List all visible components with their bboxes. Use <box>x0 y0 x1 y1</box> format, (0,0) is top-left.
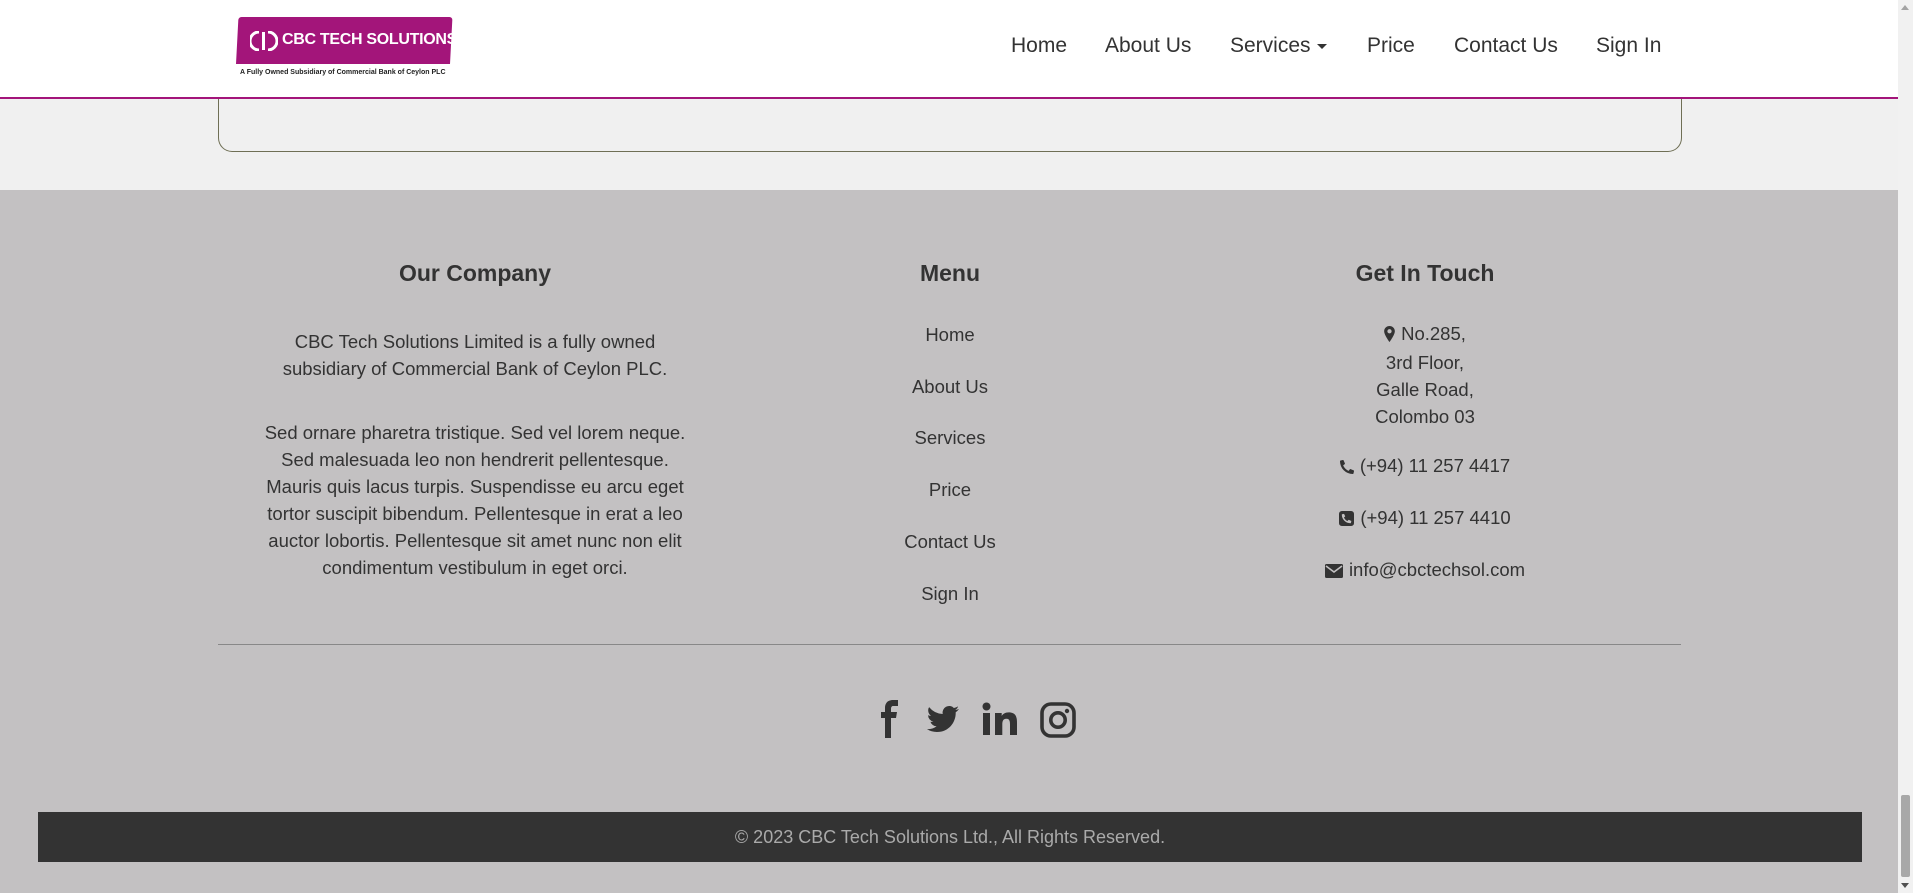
nav-home[interactable]: Home <box>1011 34 1067 58</box>
site-footer: Our Company CBC Tech Solutions Limited i… <box>0 190 1898 893</box>
phone-icon <box>1339 454 1354 481</box>
address-line-3: Galle Road, <box>1376 379 1474 400</box>
footer-link-about-us[interactable]: About Us <box>800 376 1100 398</box>
contact-heading: Get In Touch <box>1355 260 1495 286</box>
linkedin-icon[interactable] <box>980 700 1020 740</box>
nav-services-label: Services <box>1230 34 1311 57</box>
footer-link-price[interactable]: Price <box>800 479 1100 501</box>
fax-icon <box>1339 506 1355 533</box>
nav-price[interactable]: Price <box>1367 34 1415 58</box>
nav-services[interactable]: Services <box>1230 34 1327 58</box>
contact-address: No.285, 3rd Floor, Galle Road, Colombo 0… <box>1200 320 1650 430</box>
footer-link-services[interactable]: Services <box>800 427 1100 449</box>
logo-tagline: A Fully Owned Subsidiary of Commercial B… <box>240 69 446 76</box>
twitter-icon[interactable] <box>922 700 962 740</box>
nav-about-us[interactable]: About Us <box>1105 34 1191 58</box>
scroll-up-arrow-icon[interactable] <box>1901 5 1909 10</box>
contact-phone[interactable]: (+94) 11 257 4417 <box>1200 452 1650 481</box>
social-links <box>870 700 1080 744</box>
address-line-2: 3rd Floor, <box>1385 352 1465 373</box>
footer-divider <box>218 644 1681 645</box>
envelope-icon <box>1324 558 1343 585</box>
nav-contact-us[interactable]: Contact Us <box>1454 34 1558 58</box>
footer-link-sign-in[interactable]: Sign In <box>800 583 1100 605</box>
copyright-text: © 2023 CBC Tech Solutions Ltd., All Righ… <box>734 827 1166 847</box>
site-header: CBC TECH SOLUTIONS A Fully Owned Subsidi… <box>0 0 1898 99</box>
copyright-bar: © 2023 CBC Tech Solutions Ltd., All Righ… <box>38 812 1862 862</box>
instagram-icon[interactable] <box>1038 700 1078 740</box>
phone-number: (+94) 11 257 4417 <box>1359 455 1511 476</box>
email-address: info@cbctechsol.com <box>1348 559 1526 580</box>
menu-heading: Menu <box>919 260 981 286</box>
footer-link-home[interactable]: Home <box>800 324 1100 346</box>
main-nav: Home About Us Services Price Contact Us … <box>0 34 1898 64</box>
company-intro: CBC Tech Solutions Limited is a fully ow… <box>282 331 668 379</box>
page-scrollbar[interactable] <box>1898 0 1913 893</box>
address-line-1: No.285, <box>1401 323 1466 344</box>
address-line: No.285, <box>1200 320 1650 349</box>
company-description: Sed ornare pharetra tristique. Sed vel l… <box>264 422 686 578</box>
nav-sign-in[interactable]: Sign In <box>1596 34 1661 58</box>
contact-fax[interactable]: (+94) 11 257 4410 <box>1200 504 1650 533</box>
contact-email[interactable]: info@cbctechsol.com <box>1200 556 1650 585</box>
fax-number: (+94) 11 257 4410 <box>1360 507 1511 528</box>
company-heading: Our Company <box>398 260 552 286</box>
facebook-icon[interactable] <box>870 700 910 740</box>
map-marker-icon <box>1384 322 1395 349</box>
chevron-down-icon <box>1316 43 1327 49</box>
scroll-thumb[interactable] <box>1901 795 1910 877</box>
footer-link-contact-us[interactable]: Contact Us <box>800 531 1100 553</box>
scroll-down-arrow-icon[interactable] <box>1901 883 1909 888</box>
address-line-4: Colombo 03 <box>1375 406 1475 427</box>
